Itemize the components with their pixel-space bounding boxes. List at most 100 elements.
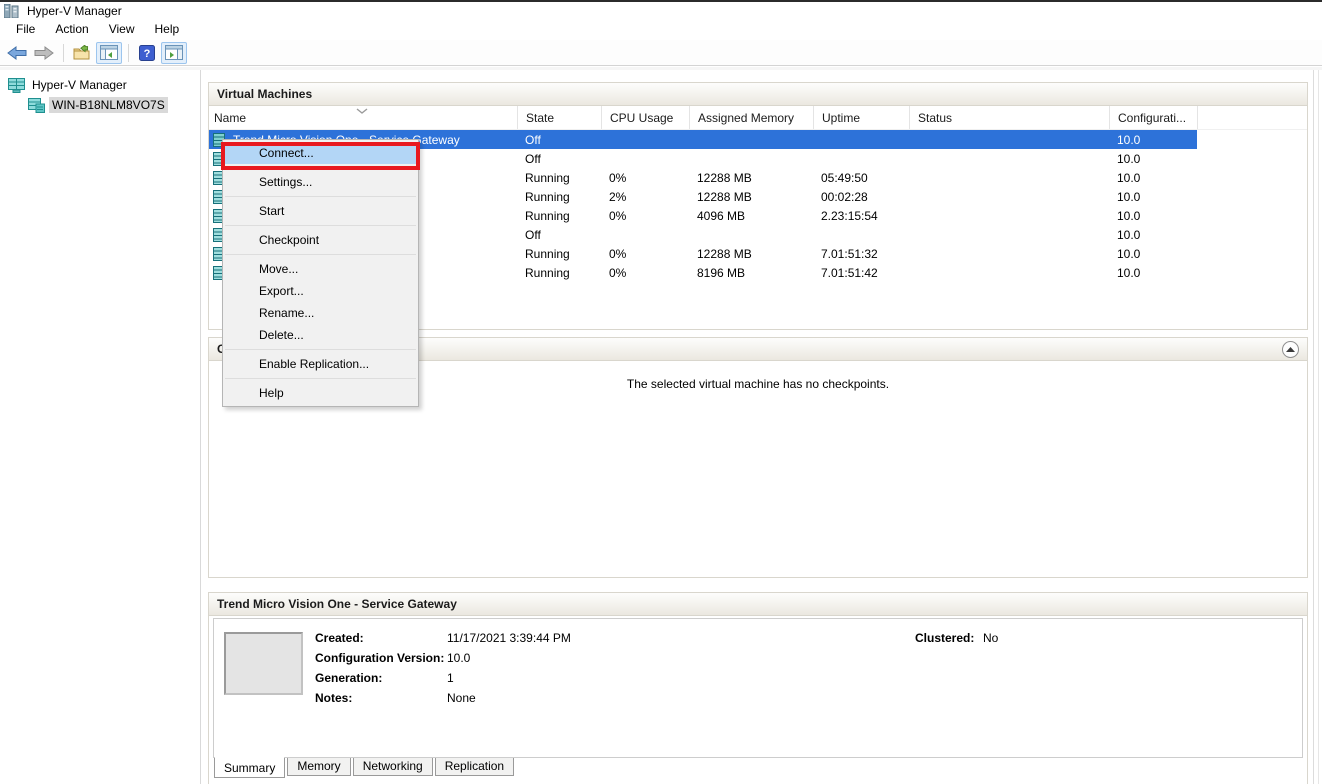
vm-config: 10.0: [1109, 247, 1197, 261]
vm-details-panel: Trend Micro Vision One - Service Gateway…: [208, 592, 1308, 784]
toolbar: ?: [0, 40, 1322, 66]
menu-view[interactable]: View: [99, 20, 145, 39]
console-tree-pane: Hyper-V Manager WIN-B18NLM8VO7S: [0, 70, 200, 784]
vm-cpu: 0%: [601, 209, 689, 223]
generation-value: 1: [447, 671, 454, 685]
vm-thumbnail: [224, 632, 303, 695]
vm-cpu: 2%: [601, 190, 689, 204]
menu-item-help[interactable]: Help: [223, 382, 418, 404]
vm-config: 10.0: [1109, 133, 1197, 147]
menu-item-label: Export...: [259, 284, 304, 298]
column-header-memory[interactable]: Assigned Memory: [689, 106, 813, 129]
menu-item-rename[interactable]: Rename...: [223, 302, 418, 324]
column-header-cpu[interactable]: CPU Usage: [601, 106, 689, 129]
menu-item-delete[interactable]: Delete...: [223, 324, 418, 346]
vm-uptime: 7.01:51:32: [813, 247, 909, 261]
vm-config: 10.0: [1109, 152, 1197, 166]
console-tree-icon: [100, 45, 118, 60]
menu-item-label: Start: [259, 204, 284, 218]
tab-memory[interactable]: Memory: [287, 758, 350, 776]
column-header-status[interactable]: Status: [909, 106, 1109, 129]
menu-separator: [225, 225, 416, 226]
vm-table-header: Name State CPU Usage Assigned Memory Upt…: [209, 106, 1307, 130]
action-pane-icon: [165, 45, 183, 60]
toolbar-separator: [128, 44, 129, 62]
menu-item-label: Connect...: [259, 146, 314, 160]
clustered-label: Clustered:: [915, 631, 974, 645]
menu-item-enable-replication[interactable]: Enable Replication...: [223, 353, 418, 375]
menu-item-settings[interactable]: Settings...: [223, 171, 418, 193]
menu-item-label: Delete...: [259, 328, 304, 342]
export-folder-icon: [73, 45, 91, 61]
menu-item-label: Help: [259, 386, 284, 400]
show-console-tree-button[interactable]: [96, 42, 122, 64]
vm-state: Off: [517, 152, 601, 166]
app-icon: [4, 4, 20, 18]
tree-item-hyperv-manager[interactable]: Hyper-V Manager: [0, 76, 200, 94]
vm-config: 10.0: [1109, 209, 1197, 223]
vm-state: Running: [517, 190, 601, 204]
vm-memory: 4096 MB: [689, 209, 813, 223]
vm-config: 10.0: [1109, 266, 1197, 280]
column-header-config[interactable]: Configurati...: [1109, 106, 1197, 129]
menu-item-label: Move...: [259, 262, 298, 276]
menu-item-start[interactable]: Start: [223, 200, 418, 222]
vm-memory: 8196 MB: [689, 266, 813, 280]
notes-value: None: [447, 691, 476, 705]
virtual-machines-title: Virtual Machines: [217, 87, 312, 101]
column-header-uptime[interactable]: Uptime: [813, 106, 909, 129]
menu-action[interactable]: Action: [45, 20, 98, 39]
details-tab-strip: Summary Memory Networking Replication: [214, 758, 514, 778]
red-highlight-annotation: [221, 142, 420, 170]
back-arrow-icon: [7, 46, 27, 60]
menu-separator: [225, 167, 416, 168]
export-list-button[interactable]: [69, 42, 95, 64]
created-value: 11/17/2021 3:39:44 PM: [447, 631, 571, 645]
tab-replication[interactable]: Replication: [435, 758, 514, 776]
clustered-value: No: [983, 631, 998, 645]
vm-uptime: 05:49:50: [813, 171, 909, 185]
menu-item-label: Rename...: [259, 306, 314, 320]
tree-item-server[interactable]: WIN-B18NLM8VO7S: [0, 96, 200, 114]
virtual-machines-header: Virtual Machines: [209, 83, 1307, 106]
menu-bar: File Action View Help: [0, 19, 1322, 40]
menu-item-move[interactable]: Move...: [223, 258, 418, 280]
tree-item-label: WIN-B18NLM8VO7S: [49, 97, 168, 113]
vm-details-title: Trend Micro Vision One - Service Gateway: [217, 597, 457, 611]
vm-details-body: Created: 11/17/2021 3:39:44 PM Configura…: [213, 618, 1303, 758]
menu-help[interactable]: Help: [145, 20, 190, 39]
forward-button[interactable]: [31, 42, 57, 64]
pane-splitter[interactable]: [200, 70, 201, 784]
help-icon: ?: [139, 45, 155, 61]
vm-memory: 12288 MB: [689, 171, 813, 185]
vm-uptime: 2.23:15:54: [813, 209, 909, 223]
show-action-pane-button[interactable]: [161, 42, 187, 64]
title-bar: Hyper-V Manager: [0, 2, 1322, 19]
collapse-button[interactable]: [1282, 341, 1299, 358]
menu-item-export[interactable]: Export...: [223, 280, 418, 302]
tree-item-label: Hyper-V Manager: [29, 77, 130, 93]
tab-summary[interactable]: Summary: [214, 757, 285, 778]
menu-item-checkpoint[interactable]: Checkpoint: [223, 229, 418, 251]
back-button[interactable]: [4, 42, 30, 64]
menu-separator: [225, 254, 416, 255]
vm-config: 10.0: [1109, 190, 1197, 204]
server-icon: [28, 98, 45, 113]
vm-state: Running: [517, 209, 601, 223]
menu-item-connect[interactable]: Connect...: [223, 142, 418, 164]
config-version-value: 10.0: [447, 651, 470, 665]
column-header-state[interactable]: State: [517, 106, 601, 129]
chevron-up-icon: [1286, 347, 1295, 352]
hyperv-manager-icon: [8, 78, 25, 93]
vm-memory: 12288 MB: [689, 247, 813, 261]
menu-file[interactable]: File: [6, 20, 45, 39]
vm-uptime: 7.01:51:42: [813, 266, 909, 280]
created-label: Created:: [315, 631, 364, 645]
menu-separator: [225, 196, 416, 197]
window-right-edge: [1318, 70, 1319, 784]
help-button[interactable]: ?: [134, 42, 160, 64]
tab-networking[interactable]: Networking: [353, 758, 433, 776]
window-title: Hyper-V Manager: [27, 4, 122, 18]
config-version-label: Configuration Version:: [315, 651, 444, 665]
vm-context-menu: Connect... Settings... Start Checkpoint …: [222, 139, 419, 407]
